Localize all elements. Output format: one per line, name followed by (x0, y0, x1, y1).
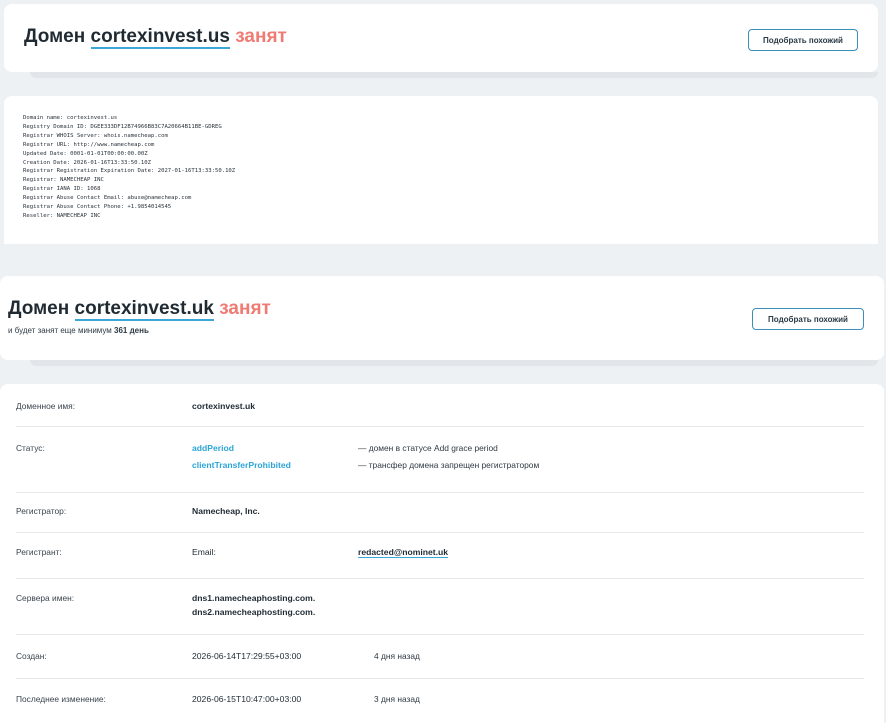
us-title-prefix: Домен (24, 26, 86, 47)
label-registrant: Регистрант: (16, 547, 62, 557)
value-registrar: Namecheap, Inc. (192, 506, 260, 516)
row-registrant: Регистрант: Email: redacted@nominet.uk (16, 532, 864, 579)
value-created: 2026-06-14T17:29:55+03:00 (192, 651, 302, 661)
label-modified: Последнее изменение: (16, 694, 106, 704)
label-created: Создан: (16, 651, 47, 661)
whois-line: Domain name: cortexinvest.us (23, 115, 118, 121)
uk-header-card: Домен cortexinvest.uk занят и будет заня… (0, 276, 884, 360)
whois-line: Registrar Abuse Contact Email: abuse@nam… (23, 195, 192, 202)
uk-status-label: занят (219, 298, 271, 319)
uk-details-card: Доменное имя: cortexinvest.uk Статус: ad… (0, 384, 884, 723)
label-registrar: Регистратор: (16, 506, 67, 516)
us-find-similar-button[interactable]: Подобрать похожий (748, 29, 858, 51)
status-code-link[interactable]: clientTransferProhibited (192, 460, 291, 470)
uk-domain-link[interactable]: cortexinvest.uk (74, 298, 214, 321)
whois-line: Reseller: NAMECHEAP INC (23, 212, 101, 219)
value-modified: 2026-06-15T10:47:00+03:00 (192, 694, 302, 704)
status-description: — домен в статусе Add grace period (358, 443, 498, 453)
label-nameservers: Сервера имен: (16, 593, 75, 603)
uk-occupied-duration: и будет занят еще минимум 361 день (8, 326, 149, 335)
value-domain-name: cortexinvest.uk (192, 401, 256, 411)
whois-line: Registrar URL: http://www.namecheap.com (23, 141, 155, 148)
section-gap (0, 244, 886, 268)
whois-line: Registrar IANA ID: 1068 (23, 186, 101, 193)
uk-title-prefix: Домен (8, 298, 70, 319)
nameserver-value: dns1.namecheaphosting.com. (192, 593, 316, 603)
uk-header-title: Домен cortexinvest.uk занят (8, 298, 271, 321)
uk-find-similar-button[interactable]: Подобрать похожий (752, 308, 864, 330)
row-nameservers: Сервера имен: dns1.namecheaphosting.com.… (16, 578, 864, 635)
whois-line: Registrar WHOIS Server: whois.namecheap.… (23, 132, 168, 139)
created-ago: 4 дня назад (374, 651, 420, 661)
registrant-field-label: Email: (192, 547, 216, 557)
status-code-link[interactable]: addPeriod (192, 443, 234, 453)
whois-line: Creation Date: 2026-01-16T13:33:50.10Z (23, 159, 151, 166)
us-header-card: Домен cortexinvest.us занят Подобрать по… (4, 4, 878, 72)
row-registrar: Регистратор: Namecheap, Inc. (16, 492, 864, 533)
registrant-email-link[interactable]: redacted@nominet.uk (358, 547, 449, 558)
nameserver-value: dns2.namecheaphosting.com. (192, 607, 316, 617)
whois-line: Registrar Registration Expiration Date: … (23, 168, 236, 175)
us-domain-link[interactable]: cortexinvest.us (90, 26, 230, 49)
row-status: Статус: addPeriod — домен в статусе Add … (16, 426, 864, 493)
label-status: Статус: (16, 443, 45, 453)
row-modified: Последнее изменение: 2026-06-15T10:47:00… (16, 678, 864, 722)
us-status-label: занят (235, 26, 287, 47)
row-created: Создан: 2026-06-14T17:29:55+03:00 4 дня … (16, 634, 864, 679)
whois-line: Registry Domain ID: DGEE333DF12B74966B83… (23, 123, 222, 130)
card-shadow (30, 360, 878, 366)
us-whois-text: Domain name: cortexinvest.us Registry Do… (23, 114, 235, 221)
label-domain-name: Доменное имя: (16, 401, 76, 411)
whois-line: Updated Date: 0001-01-01T00:00:00.00Z (23, 150, 148, 157)
status-description: — трансфер домена запрещен регистратором (358, 460, 540, 470)
card-shadow (30, 72, 878, 78)
uk-duration-text: и будет занят еще минимум (8, 326, 112, 335)
whois-line: Registrar: NAMECHEAP INC (23, 177, 104, 184)
row-domain-name: Доменное имя: cortexinvest.uk (16, 384, 864, 427)
modified-ago: 3 дня назад (374, 694, 420, 704)
uk-duration-days: 361 день (114, 326, 149, 335)
whois-line: Registrar Abuse Contact Phone: +1.985401… (23, 204, 172, 211)
us-header-title: Домен cortexinvest.us занят (24, 26, 287, 49)
